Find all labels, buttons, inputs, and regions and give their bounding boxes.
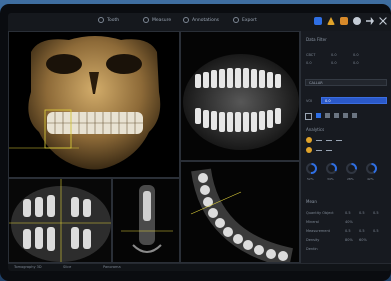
tool-icon[interactable] [325, 113, 330, 118]
folder-icon[interactable] [340, 17, 348, 25]
settings-icon[interactable] [353, 17, 361, 25]
gauge-value: 34% [327, 177, 334, 181]
detail-value: 0.5 [345, 211, 351, 215]
cross-section-render [113, 179, 179, 262]
detail-value: 40% [345, 220, 353, 224]
view-panoramic[interactable] [180, 31, 300, 161]
warning-icon[interactable] [327, 17, 335, 25]
line-tool-icon[interactable] [316, 150, 322, 151]
tool-icon[interactable] [334, 113, 339, 118]
pin-icon[interactable] [306, 147, 312, 153]
gauge-value: 52% [307, 177, 314, 181]
value-cell: 0.0 [353, 61, 359, 65]
panoramic-render [181, 32, 299, 160]
section-title: Data Filter [306, 37, 327, 42]
tab-tooth[interactable]: Tooth [98, 17, 119, 23]
voi-label: VOI [306, 99, 313, 103]
detail-value: 0.5 [359, 211, 365, 215]
gauge [326, 163, 337, 174]
section-title: Analytics [306, 127, 325, 132]
share-icon[interactable] [366, 17, 374, 25]
detail-value: 0.5 [373, 229, 379, 233]
slice-render [9, 179, 111, 262]
tool-icon[interactable] [352, 113, 357, 118]
tab-label: Tooth [107, 17, 120, 23]
tab-measure[interactable]: Measure [143, 17, 171, 23]
annotation-icon [183, 17, 189, 23]
gauge-value: 28% [347, 177, 354, 181]
tab-export[interactable]: Export [233, 17, 257, 23]
selected-tool-icon[interactable] [316, 113, 321, 118]
status-item[interactable]: Slice [63, 265, 71, 269]
tab-label: Export [242, 17, 257, 23]
line-tool-icon[interactable] [326, 140, 332, 141]
line-tool-icon[interactable] [326, 150, 332, 151]
toolbar-icons [314, 17, 387, 25]
detail-value: 80% [345, 238, 353, 242]
value-cell: 0.0 [353, 53, 359, 57]
laptop-frame: Tooth Measure Annotations Export Data Fi… [0, 4, 391, 281]
section-title: Mean [306, 199, 317, 204]
close-icon[interactable] [379, 17, 387, 25]
tool-row [305, 113, 357, 120]
tab-annotations[interactable]: Annotations [183, 17, 219, 23]
ruler-icon [143, 17, 149, 23]
value-cell: 0.0 [306, 61, 312, 65]
gauge [366, 163, 377, 174]
callar-dropdown[interactable]: CALLAR [305, 79, 387, 86]
view-sagittal-slice[interactable] [8, 178, 112, 263]
status-item[interactable]: Tomography 3D [14, 265, 42, 269]
square-tool-icon[interactable] [305, 113, 312, 120]
tab-label: Measure [152, 17, 172, 23]
detail-value: 0.5 [345, 229, 351, 233]
status-bar: Tomography 3D Slice Panorama [8, 263, 391, 271]
detail-value: 60% [359, 238, 367, 242]
gauge [306, 163, 317, 174]
voi-dropdown[interactable]: 0.0 [321, 97, 387, 104]
right-sidebar: Data Filter CBCT 0.0 0.0 0.0 0.0 0.0 CAL… [300, 31, 391, 271]
view-cross-section[interactable] [112, 178, 180, 263]
view-3d-skull[interactable] [8, 31, 180, 178]
export-icon [233, 17, 239, 23]
detail-value: 0.5 [373, 211, 379, 215]
line-tool-icon[interactable] [336, 140, 342, 141]
measure-tools [306, 137, 346, 153]
grid-icon[interactable] [314, 17, 322, 25]
gauge [346, 163, 357, 174]
axial-render [181, 162, 299, 262]
value-cell: 0.0 [331, 53, 337, 57]
view-axial[interactable] [180, 161, 300, 263]
tab-label: Annotations [192, 17, 220, 23]
status-item[interactable]: Panorama [103, 265, 121, 269]
skull-render [9, 36, 161, 170]
detail-label: Quantity Object [306, 211, 334, 215]
detail-value: 0.5 [359, 229, 365, 233]
app-screen: Tooth Measure Annotations Export Data Fi… [8, 13, 391, 271]
value-cell: CBCT [306, 53, 316, 57]
detail-label: Measurement [306, 229, 331, 233]
pin-icon[interactable] [306, 137, 312, 143]
detail-label: Density [306, 238, 320, 242]
value-cell: 0.0 [331, 61, 337, 65]
gauge-value: 42% [367, 177, 374, 181]
detail-label: Mineral [306, 220, 319, 224]
detail-label: Dentin [306, 247, 318, 251]
top-toolbar: Tooth Measure Annotations Export [8, 13, 391, 32]
tool-icon[interactable] [343, 113, 348, 118]
tooth-icon [98, 17, 104, 23]
line-tool-icon[interactable] [316, 140, 322, 141]
